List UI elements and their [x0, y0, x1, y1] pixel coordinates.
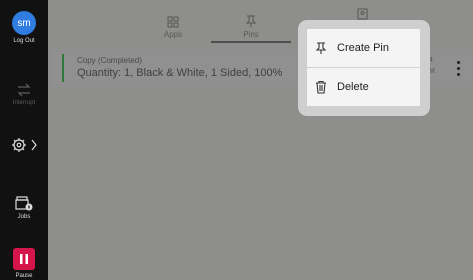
- grid-icon: [167, 16, 179, 28]
- create-pin-label: Create Pin: [337, 42, 389, 54]
- chevron-right-icon: [31, 139, 37, 151]
- interrupt-label: Interrupt: [12, 100, 36, 106]
- delete-label: Delete: [337, 81, 369, 93]
- pause-button[interactable]: Pause: [0, 248, 48, 279]
- tab-apps[interactable]: Apps: [153, 0, 193, 43]
- pause-label: Pause: [15, 273, 33, 279]
- jobs-button[interactable]: Jobs: [0, 195, 48, 220]
- tab-apps-label: Apps: [163, 30, 183, 39]
- log-out-button[interactable]: sm Log Out: [0, 11, 48, 44]
- job-status: Copy (Completed): [77, 56, 142, 65]
- pin-icon: [245, 15, 257, 27]
- more-options-icon[interactable]: [451, 55, 465, 81]
- interrupt-button: Interrupt: [0, 83, 48, 106]
- pause-icon: [13, 248, 35, 270]
- tab-pins[interactable]: Pins: [231, 0, 271, 43]
- pin-icon: [315, 41, 327, 54]
- trash-icon: [316, 80, 326, 94]
- jobs-label: Jobs: [17, 214, 31, 220]
- left-rail: sm Log Out Interrupt Jobs Pause: [0, 0, 48, 280]
- context-menu-panel: Create Pin Delete: [307, 29, 420, 106]
- selected-tab-indicator: [211, 41, 291, 43]
- log-out-label: Log Out: [13, 38, 35, 44]
- interrupt-icon: [17, 83, 31, 97]
- context-menu: Create Pin Delete: [298, 20, 430, 116]
- job-status-accent: [62, 54, 64, 82]
- settings-button[interactable]: [0, 137, 48, 153]
- create-pin-menu-item[interactable]: Create Pin: [307, 29, 420, 67]
- delete-menu-item[interactable]: Delete: [307, 68, 420, 106]
- tab-pins-label: Pins: [243, 30, 259, 39]
- job-detail: Quantity: 1, Black & White, 1 Sided, 100…: [77, 67, 283, 79]
- document-icon: [357, 8, 367, 20]
- user-avatar: sm: [12, 11, 36, 35]
- jobs-icon: [15, 196, 33, 211]
- gear-icon: [12, 138, 26, 152]
